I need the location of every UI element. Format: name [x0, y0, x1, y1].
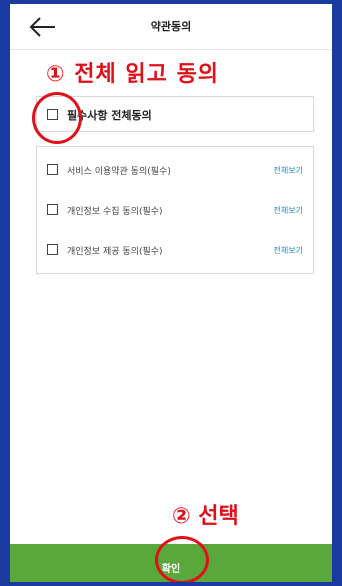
terms-checkbox[interactable]: [47, 164, 58, 175]
terms-list: 서비스 이용약관 동의(필수) 전체보기 개인정보 수집 동의(필수) 전체보기…: [36, 146, 314, 274]
terms-row[interactable]: 개인정보 수집 동의(필수) 전체보기: [37, 199, 313, 221]
app-header: 약관동의: [10, 4, 332, 50]
terms-label: 개인정보 수집 동의(필수): [67, 207, 163, 217]
terms-agreement-screen: 약관동의 ① 전체 읽고 동의 필수사항 전체동의 서비스 이용약관 동의(필수…: [10, 4, 332, 582]
annotation-step-1: ① 전체 읽고 동의: [46, 62, 220, 87]
terms-checkbox[interactable]: [47, 244, 58, 255]
terms-label: 서비스 이용약관 동의(필수): [67, 167, 171, 177]
view-all-link[interactable]: 전체보기: [274, 245, 303, 256]
page-title: 약관동의: [150, 20, 192, 33]
annotation-step-2: ② 선택: [172, 504, 239, 529]
terms-checkbox[interactable]: [47, 204, 58, 215]
terms-row[interactable]: 서비스 이용약관 동의(필수) 전체보기: [37, 159, 313, 181]
view-all-link[interactable]: 전체보기: [274, 165, 303, 176]
terms-row[interactable]: 개인정보 제공 동의(필수) 전체보기: [37, 239, 313, 261]
annotation-circle-2: [155, 536, 209, 582]
terms-label: 개인정보 제공 동의(필수): [67, 247, 163, 257]
annotation-circle-1: [32, 92, 82, 144]
view-all-link[interactable]: 전체보기: [274, 205, 303, 216]
